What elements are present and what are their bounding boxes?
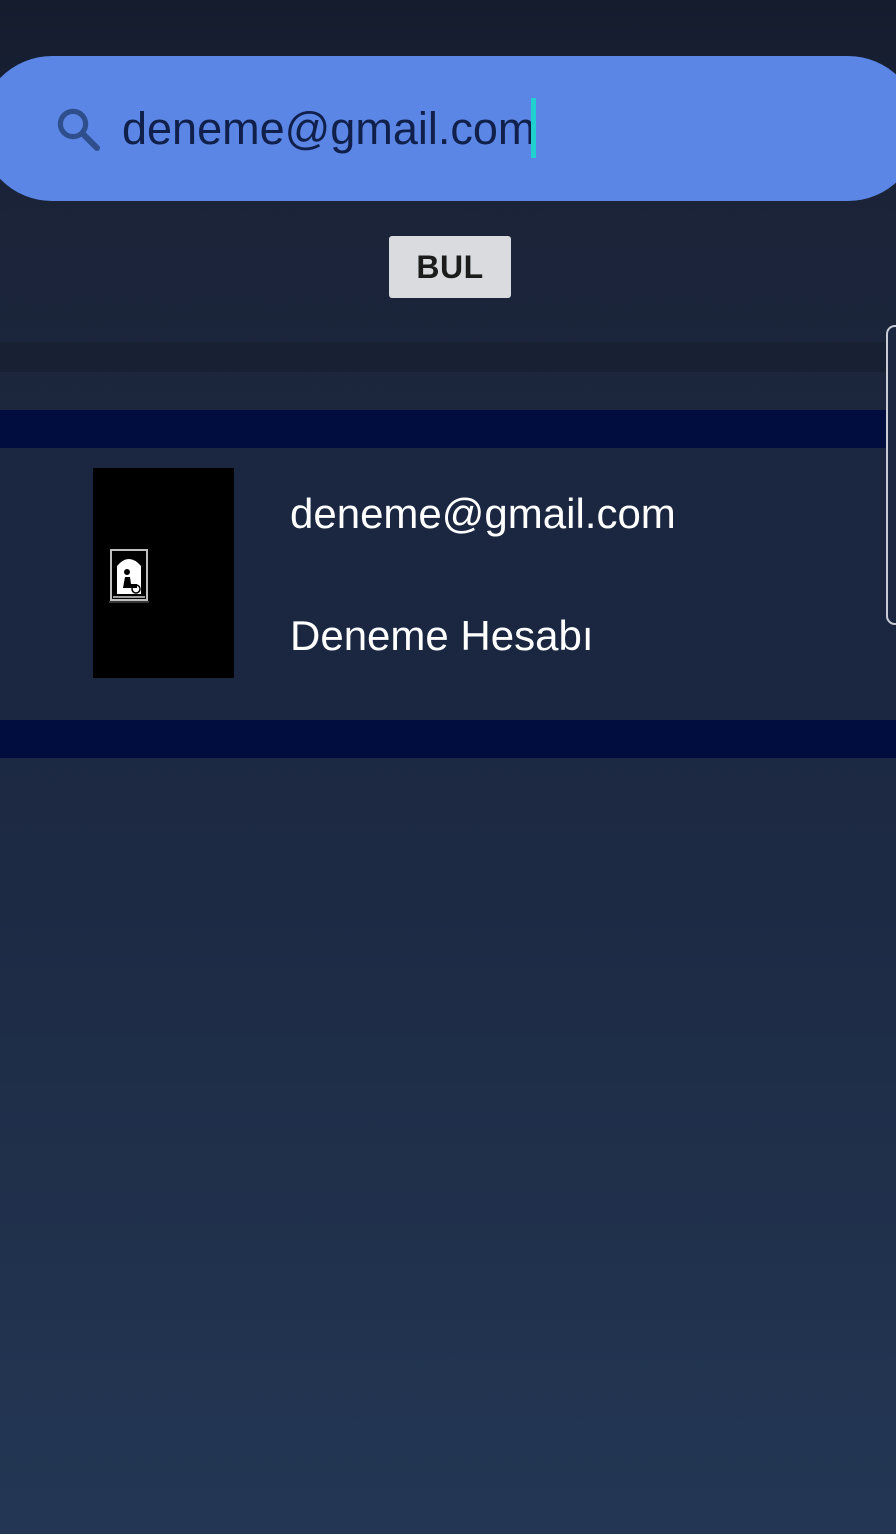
divider (0, 342, 896, 372)
search-input[interactable]: deneme@gmail.com (122, 98, 535, 160)
text-cursor (531, 98, 536, 158)
user-email: deneme@gmail.com (290, 490, 676, 537)
list-separator-bottom (0, 720, 896, 758)
find-button[interactable]: BUL (389, 236, 511, 298)
user-name: Deneme Hesabı (290, 612, 594, 659)
avatar (93, 468, 234, 678)
list-separator-top (0, 410, 896, 448)
search-icon (57, 108, 100, 151)
scroll-indicator (886, 325, 896, 625)
